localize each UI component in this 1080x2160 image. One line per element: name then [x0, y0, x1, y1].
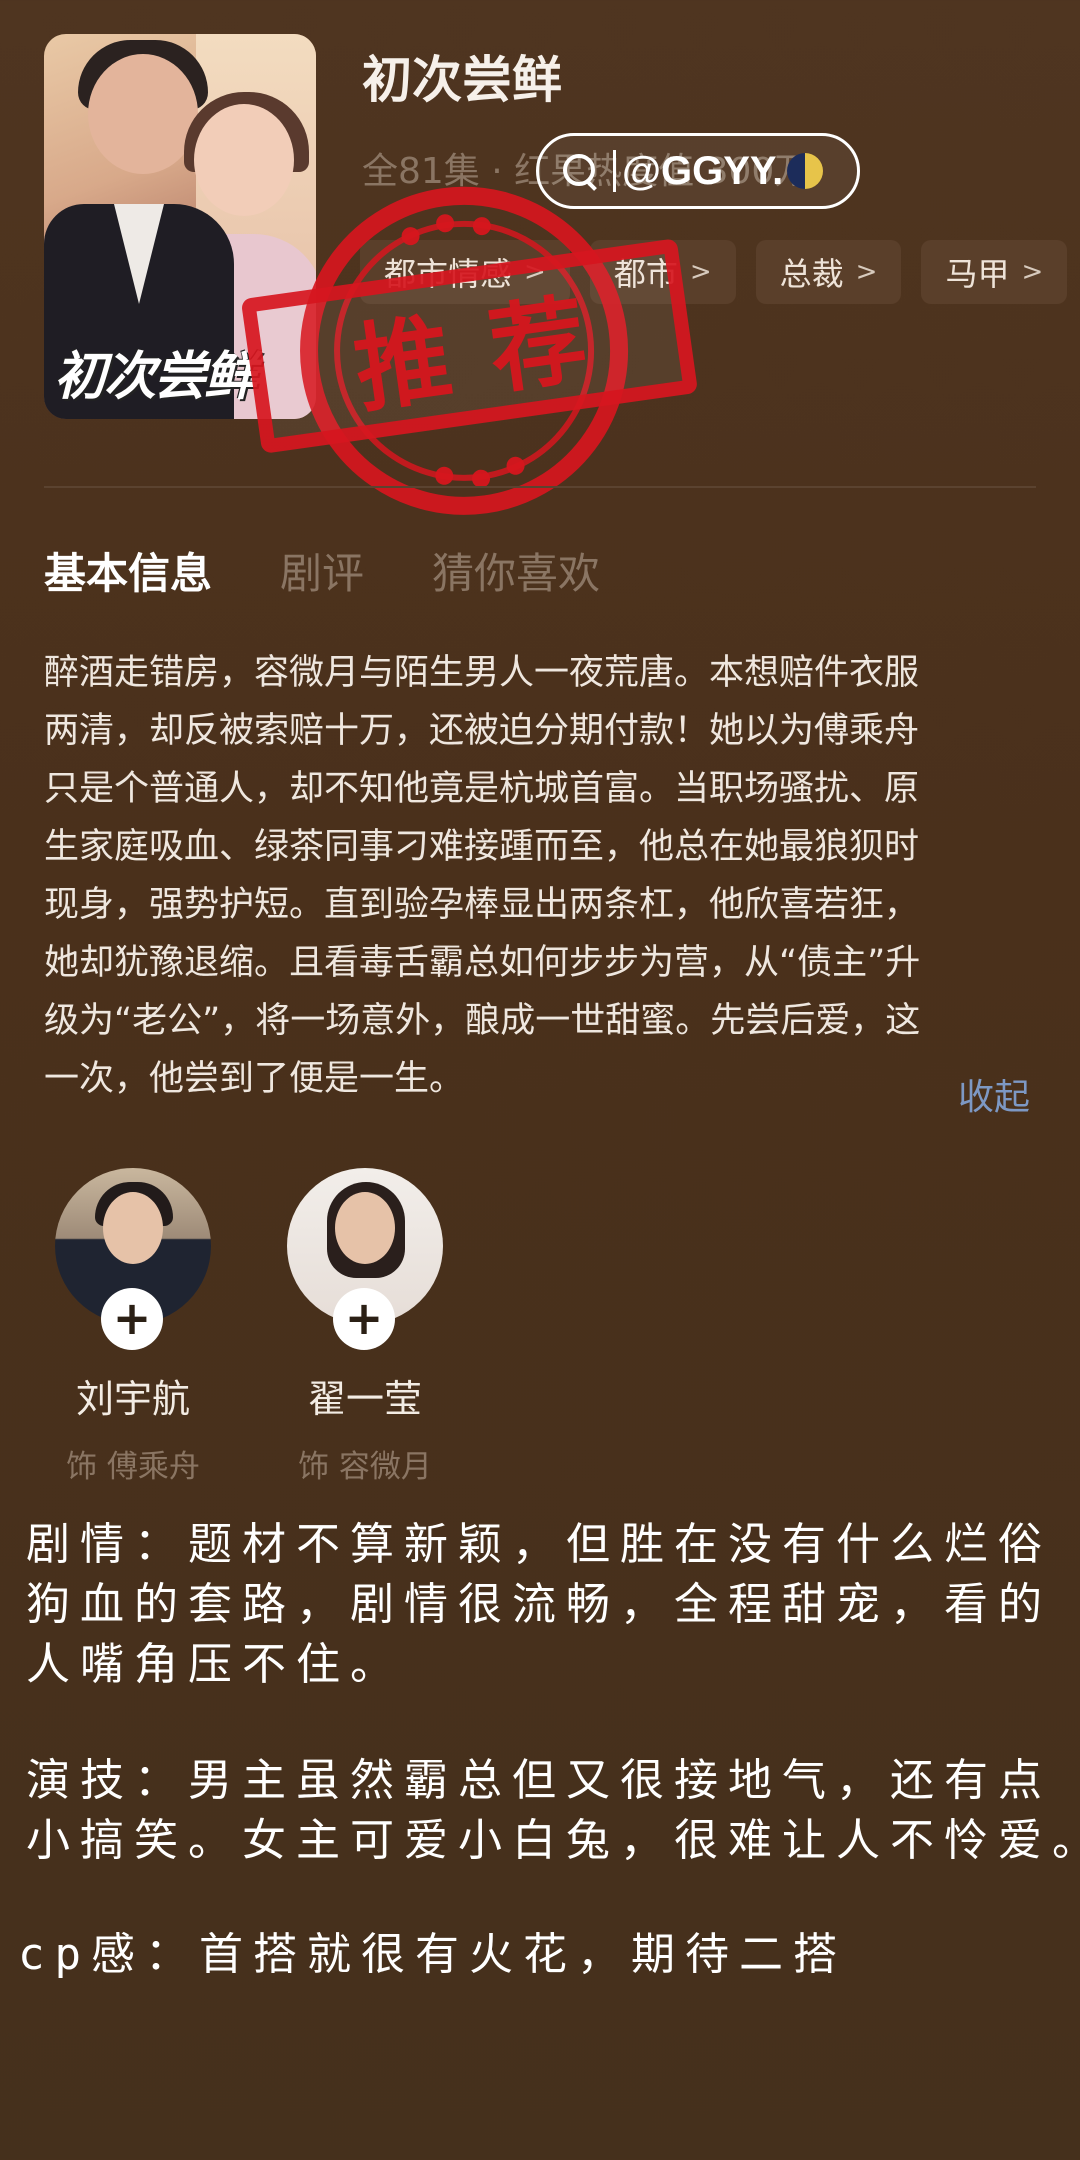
tag-chip[interactable]: 马甲 >	[921, 240, 1068, 304]
synopsis-line: 一次，他尝到了便是一生。	[44, 1059, 465, 1099]
moon-emoji-icon	[787, 153, 824, 189]
tag-label: 总裁	[779, 255, 844, 293]
review-note-line: 狗血的套路，剧情很流畅，全程甜宠，看的	[26, 1579, 1052, 1630]
tab-basic-info[interactable]: 基本信息	[44, 540, 212, 601]
synopsis-line: 只是个普通人，却不知他竟是杭城首富。当职场骚扰、原	[44, 769, 920, 809]
review-note-line: cp感：首搭就很有火花，期待二搭	[18, 1929, 847, 1980]
synopsis-line: 她却犹豫退缩。且看毒舌霸总如何步步为营，从“债主”升	[44, 943, 921, 983]
review-note-line: 人嘴角压不住。	[26, 1639, 404, 1690]
review-note-line: 演技：男主虽然霸总但又很接地气，还有点	[26, 1755, 1052, 1806]
synopsis-text: 醉酒走错房，容微月与陌生男人一夜荒唐。本想赔件衣服 两清，却反被索赔十万，还被迫…	[44, 644, 1036, 1108]
drama-title: 初次尝鲜	[362, 51, 562, 109]
divider	[44, 486, 1036, 488]
actor-role: 饰 容微月	[298, 1449, 432, 1485]
chevron-right-icon: >	[855, 257, 878, 287]
synopsis-line: 级为“老公”，将一场意外，酿成一世甜蜜。先尝后爱，这	[44, 1001, 921, 1041]
collapse-link[interactable]: 收起	[958, 1068, 1030, 1120]
cast-member[interactable]: + 翟一莹 饰 容微月	[265, 1168, 465, 1486]
chevron-right-icon: >	[1021, 257, 1044, 287]
synopsis-line: 醉酒走错房，容微月与陌生男人一夜荒唐。本想赔件衣服	[44, 653, 920, 693]
synopsis-line: 生家庭吸血、绿茶同事刁难接踵而至，他总在她最狼狈时	[44, 827, 920, 867]
review-note-line: 小搞笑。女主可爱小白兔，很难让人不怜爱。	[26, 1815, 1080, 1866]
tag-chip[interactable]: 总裁 >	[755, 240, 902, 304]
synopsis-line: 现身，强势护短。直到验孕棒显出两条杠，他欣喜若狂，	[44, 885, 920, 925]
synopsis-line: 两清，却反被索赔十万，还被迫分期付款！她以为傅乘舟	[44, 711, 920, 751]
tab-recommendations[interactable]: 猜你喜欢	[432, 540, 600, 601]
actor-role: 饰 傅乘舟	[66, 1449, 200, 1485]
review-note-line: 剧情：题材不算新颖，但胜在没有什么烂俗	[26, 1519, 1052, 1570]
actor-name: 刘宇航	[75, 1377, 190, 1421]
cast-member[interactable]: + 刘宇航 饰 傅乘舟	[33, 1168, 233, 1486]
detail-tabs: 基本信息 剧评 猜你喜欢	[44, 540, 600, 601]
actor-name: 翟一莹	[307, 1377, 422, 1421]
follow-plus-icon[interactable]: +	[101, 1288, 163, 1350]
tag-label: 马甲	[945, 255, 1010, 293]
chevron-right-icon: >	[689, 257, 712, 287]
follow-plus-icon[interactable]: +	[333, 1288, 395, 1350]
tab-reviews[interactable]: 剧评	[280, 540, 364, 601]
